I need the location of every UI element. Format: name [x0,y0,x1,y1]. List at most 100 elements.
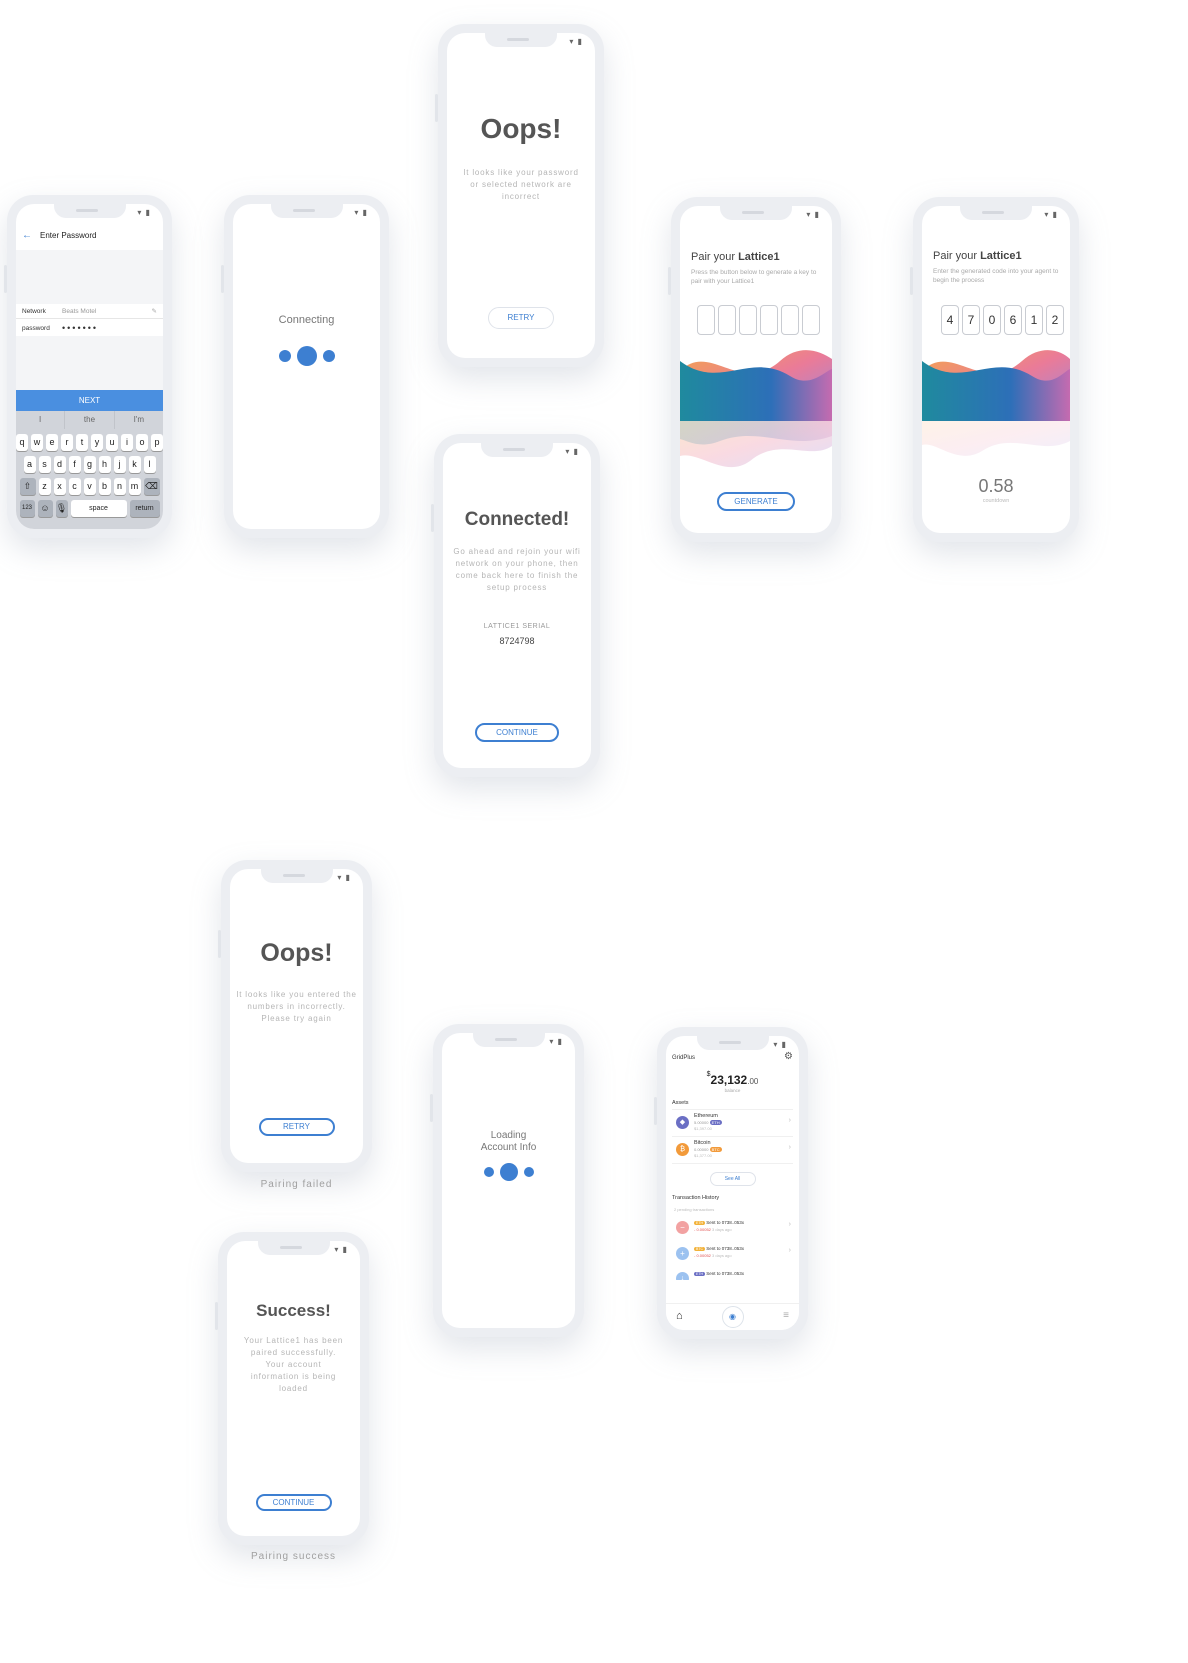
notch [270,204,343,218]
code-box[interactable] [739,305,757,335]
network-row[interactable]: Network Beats Motel ✎ [16,304,163,319]
code-box[interactable] [697,305,715,335]
suggestion-item[interactable]: the [65,411,115,429]
next-button[interactable]: NEXT [16,390,163,412]
tx-amount: - 0.00052 [694,1253,711,1258]
notch [960,206,1032,220]
edit-icon[interactable]: ✎ [152,307,157,315]
key[interactable]: h [98,456,111,473]
key[interactable]: e [46,434,58,451]
loading-dots [483,1163,534,1181]
key[interactable]: j [113,456,126,473]
key[interactable]: v [83,478,96,495]
status-bar: ▾ ▮ [773,1040,787,1049]
brand-name: GridPlus [672,1055,696,1061]
suggestion-item[interactable]: I'm [115,411,163,429]
key[interactable]: f [68,456,81,473]
pending-transactions: 2 pending transactions [674,1207,715,1212]
key[interactable]: q [16,434,28,451]
notch [472,1033,545,1047]
pairing-failed-caption: Pairing failed [260,1179,333,1190]
retry-button[interactable]: RETRY [488,307,554,329]
status-bar: ▾ ▮ [565,447,579,456]
menu-icon[interactable]: ≡ [783,1310,789,1321]
key[interactable]: t [76,434,88,451]
pair-subtitle: Press the button below to generate a key… [691,269,817,285]
key[interactable]: k [128,456,141,473]
continue-button[interactable]: CONTINUE [475,723,559,742]
balance-main: 23,132 [710,1073,748,1087]
screen-connected: ▾ ▮ Connected! Go ahead and rejoin your … [443,443,591,768]
gear-icon[interactable]: ⚙ [784,1051,793,1062]
tx-amount: - 0.00052 [694,1227,711,1232]
code-box[interactable] [718,305,736,335]
key[interactable]: a [23,456,36,473]
plus-icon: + [676,1247,689,1260]
key[interactable]: n [113,478,126,495]
key[interactable]: y [91,434,103,451]
key[interactable]: s [38,456,51,473]
status-bar: ▾ ▮ [337,873,351,882]
password-row[interactable]: password ••••••• [16,320,163,336]
shift-key-icon[interactable]: ⇧ [19,478,36,495]
tx-time: 3 days ago [712,1253,732,1258]
mic-key-icon[interactable]: 🎙 [55,500,68,517]
generate-button[interactable]: GENERATE [717,492,795,511]
page-title: Enter Password [40,231,97,240]
asset-amount: 0.00000 [694,1147,709,1152]
asset-row[interactable]: ₿ Bitcoin 0.00000 BTC $1,377.00 › [672,1136,793,1164]
key[interactable]: p [151,434,163,451]
suggestion-item[interactable]: I [16,411,66,429]
key[interactable]: b [98,478,111,495]
asset-row[interactable]: ◆ Ethereum 5.00000 ETH $1,397.00 › [672,1109,793,1136]
keyboard: I the I'm q w e r t y u i o p a s d f g … [16,411,163,529]
transaction-row[interactable]: + BTC Sent to 0738..053x - 0.00052 3 day… [672,1242,793,1264]
code-boxes-empty [697,305,820,335]
key[interactable]: d [53,456,66,473]
ethereum-icon: ◆ [676,1116,689,1129]
key[interactable]: u [106,434,118,451]
continue-button[interactable]: CONTINUE [255,1494,332,1511]
tx-badge: ETH [694,1272,705,1276]
numbers-key[interactable]: 123 [19,500,35,517]
asset-name: Bitcoin [694,1140,711,1146]
notch [481,443,553,457]
status-bar: ▾ ▮ [137,208,151,217]
backspace-key-icon[interactable]: ⌫ [143,478,160,495]
retry-button[interactable]: RETRY [258,1118,335,1136]
wave-graphic [680,350,832,468]
phone-dashboard: ▾ ▮ GridPlus ⚙ $23,132.00 balance Assets… [654,1027,808,1339]
asset-amount: 5.00000 [694,1120,709,1125]
code-box[interactable] [760,305,778,335]
chevron-right-icon: › [788,1117,791,1124]
space-key[interactable]: space [70,500,127,517]
key[interactable]: r [61,434,73,451]
back-arrow-icon[interactable]: ← [22,230,32,241]
camera-icon[interactable]: ◉ [721,1306,744,1328]
chevron-right-icon: › [788,1221,791,1228]
password-label: password [22,324,50,332]
phone-pair-generate: ▾ ▮ Pair your Lattice1 Press the button … [668,197,841,542]
down-icon: ↓ [676,1272,689,1280]
emoji-key-icon[interactable]: ☺ [37,500,53,517]
key[interactable]: c [68,478,81,495]
key[interactable]: i [121,434,133,451]
key[interactable]: z [38,478,51,495]
pair-title-bold: Lattice1 [980,250,1022,262]
see-all-button[interactable]: See All [709,1172,756,1186]
key[interactable]: w [31,434,43,451]
return-key[interactable]: return [129,500,160,517]
transaction-row[interactable]: − ETH Sent to 0738..053x - 0.00052 3 day… [672,1216,793,1238]
loading-dots [278,346,335,366]
key[interactable]: m [128,478,141,495]
code-box[interactable] [802,305,820,335]
key[interactable]: g [83,456,96,473]
key[interactable]: o [136,434,148,451]
key[interactable]: l [143,456,156,473]
tx-time: 3 days ago [712,1227,732,1232]
password-field[interactable]: ••••••• [62,323,98,333]
code-box[interactable] [781,305,799,335]
home-icon[interactable]: ⌂ [676,1310,683,1322]
key[interactable]: x [53,478,66,495]
transaction-row[interactable]: ↓ ETH Sent to 0738..053x [672,1268,793,1280]
